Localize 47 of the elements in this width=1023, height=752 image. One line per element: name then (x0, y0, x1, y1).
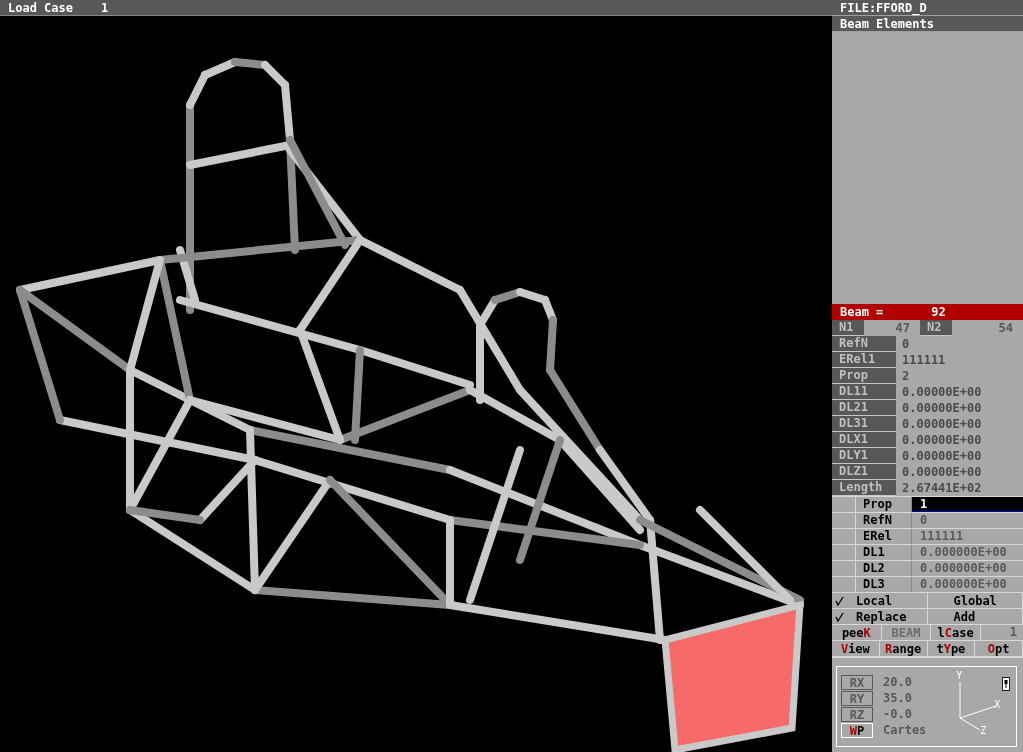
file-name: FILE:FFORD_D (832, 0, 1023, 16)
axis-label: X (994, 700, 1001, 710)
rotation-value: -0.0 (883, 707, 912, 721)
field-value: 0.00000E+00 (901, 464, 983, 480)
edit-label: DL2 (856, 561, 912, 576)
input-field[interactable]: 1 (912, 497, 1023, 512)
field-label: DLY1 (832, 448, 896, 464)
field-value: 0.00000E+00 (901, 384, 983, 400)
field-value: 2.67441E+02 (901, 480, 983, 496)
lock-icon[interactable] (1002, 677, 1010, 691)
field-label: DL11 (832, 384, 896, 400)
field-label: DL21 (832, 400, 896, 416)
option-button[interactable]: Replace (832, 609, 928, 624)
field-value: 111111 (901, 352, 947, 368)
workplane-button[interactable]: WP (841, 722, 873, 738)
option-button[interactable]: Local (832, 593, 928, 608)
beam-label: Beam = (840, 305, 884, 319)
viewport-title: Load Case (8, 0, 74, 15)
edit-label: DL3 (856, 577, 912, 592)
field-value: 0.00000E+00 (901, 432, 983, 448)
field-value: 0.00000E+00 (901, 416, 983, 432)
axis-label: Y (956, 671, 963, 681)
field-label: Length (832, 480, 896, 496)
axis-label: Z (980, 726, 987, 736)
rotation-value: 35.0 (883, 691, 912, 705)
field-label: DLZ1 (832, 464, 896, 480)
node-value: 54 (997, 320, 1014, 336)
mode-title: Beam Elements (832, 16, 1023, 32)
edit-label: RefN (856, 513, 912, 528)
field-value: 0.00000E+00 (901, 448, 983, 464)
field-label: RefN (832, 336, 896, 352)
field-value: 0 (901, 336, 911, 352)
edit-label: DL1 (856, 545, 912, 560)
node-label: N1 (832, 320, 864, 336)
field-label: Prop (832, 368, 896, 384)
load-case-number: 1 (101, 0, 109, 15)
node-value: 47 (894, 320, 911, 336)
node-label: N2 (920, 320, 952, 336)
field-value: 0.00000E+00 (901, 400, 983, 416)
beam-number: 92 (931, 305, 946, 319)
field-label: DLX1 (832, 432, 896, 448)
coordinate-system: Cartes (883, 723, 927, 737)
edit-label: ERel (856, 529, 912, 544)
field-label: ERel1 (832, 352, 896, 368)
rotation-value: 20.0 (883, 675, 912, 689)
field-label: DL31 (832, 416, 896, 432)
field-value: 2 (901, 368, 911, 384)
